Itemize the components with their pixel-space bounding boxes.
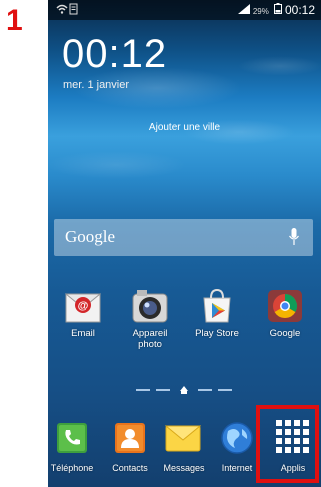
- app-google-folder-label: Google: [269, 328, 301, 339]
- contacts-icon[interactable]: [115, 423, 145, 453]
- page-indicator[interactable]: [136, 384, 236, 396]
- microphone-icon[interactable]: [289, 228, 299, 246]
- status-bar: 29% 00:12: [48, 0, 321, 20]
- app-email[interactable]: @ Email: [54, 290, 112, 339]
- status-left-icons: [56, 3, 78, 18]
- battery-icon: [273, 3, 282, 14]
- apps-highlight-box: [256, 405, 319, 483]
- app-camera[interactable]: Appareil photo: [121, 288, 179, 350]
- dock-messages-label: Messages: [163, 463, 205, 473]
- camera-icon: [132, 290, 168, 323]
- internet-icon[interactable]: [220, 421, 254, 455]
- email-icon: @: [65, 293, 101, 323]
- clock-widget[interactable]: 00:12: [62, 32, 167, 77]
- messages-icon[interactable]: [165, 423, 201, 453]
- google-search-bar[interactable]: Google: [54, 219, 313, 256]
- phone-icon[interactable]: [57, 423, 87, 453]
- battery-percent: 29%: [252, 7, 269, 16]
- app-play-store[interactable]: Play Store: [188, 288, 246, 339]
- wifi-icon: [56, 3, 78, 15]
- status-right: 29% 00:12: [237, 3, 315, 17]
- dock-contacts-label: Contacts: [112, 463, 148, 473]
- step-number: 1: [6, 4, 23, 37]
- play-store-icon: [203, 288, 231, 323]
- add-city-link[interactable]: Ajouter une ville: [48, 122, 321, 133]
- svg-text:@: @: [78, 300, 89, 312]
- google-search-label: Google: [65, 227, 116, 246]
- dock-phone-label: Téléphone: [50, 463, 94, 473]
- home-page-icon: [180, 386, 188, 394]
- app-google-folder[interactable]: Google: [256, 288, 314, 339]
- app-play-store-label: Play Store: [195, 328, 239, 339]
- app-email-label: Email: [71, 328, 95, 339]
- date-text: mer. 1 janvier: [63, 79, 130, 91]
- google-folder-icon: [268, 290, 302, 322]
- app-camera-label: Appareil photo: [132, 328, 168, 350]
- signal-icon: [237, 4, 250, 14]
- status-time: 00:12: [284, 3, 315, 17]
